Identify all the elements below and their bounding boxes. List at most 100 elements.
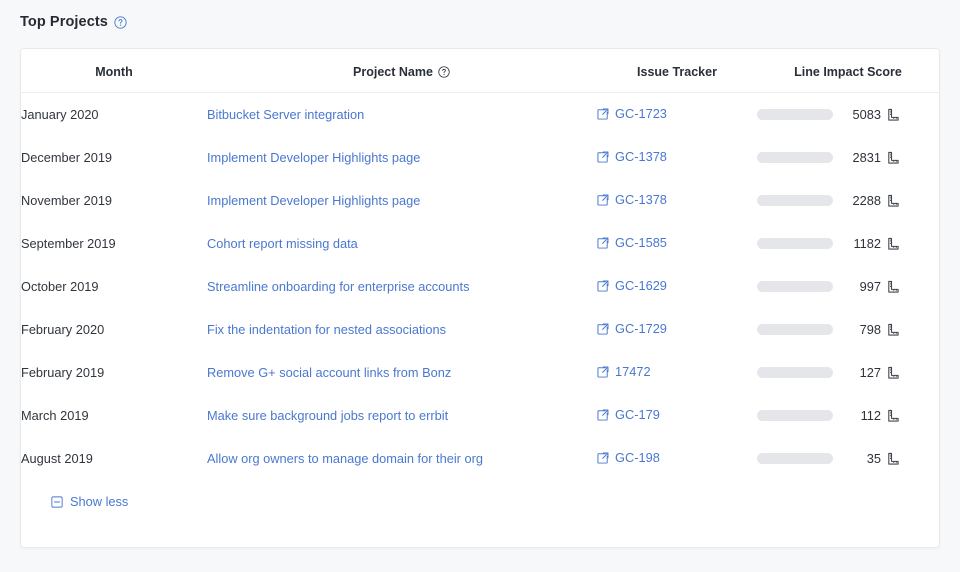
cell-month: March 2019 [21, 394, 207, 437]
page-title: Top Projects [20, 14, 108, 30]
issue-tracker-link[interactable]: GC-179 [597, 407, 660, 422]
top-projects-table: Month Project Name [21, 49, 939, 480]
cell-project-name: Make sure background jobs report to errb… [207, 394, 597, 437]
table-row: February 2019 Remove G+ social account li… [21, 351, 939, 394]
column-header-line-impact-score[interactable]: Line Impact Score [757, 49, 939, 93]
cell-month: September 2019 [21, 222, 207, 265]
issue-tracker-link[interactable]: GC-1629 [597, 278, 667, 293]
project-name-link[interactable]: Cohort report missing data [207, 236, 358, 251]
cell-project-name: Streamline onboarding for enterprise acc… [207, 265, 597, 308]
cell-issue-tracker: GC-179 [597, 394, 757, 437]
cell-line-impact-score: 997 [757, 265, 939, 308]
cell-project-name: Allow org owners to manage domain for th… [207, 437, 597, 480]
issue-tracker-link[interactable]: GC-1378 [597, 149, 667, 164]
cell-line-impact-score: 112 [757, 394, 939, 437]
month-value: October 2019 [21, 279, 99, 294]
table-header: Month Project Name [21, 49, 939, 93]
issue-key-label: GC-1585 [615, 235, 667, 250]
score-bar-track [757, 324, 833, 335]
column-header-project-name[interactable]: Project Name [207, 49, 597, 93]
score-value: 127 [833, 365, 886, 380]
top-projects-card: Month Project Name [20, 48, 940, 548]
project-name-link[interactable]: Bitbucket Server integration [207, 107, 364, 122]
score-value: 2288 [833, 193, 886, 208]
issue-tracker-link[interactable]: GC-1729 [597, 321, 667, 336]
table-body: January 2020 Bitbucket Server integration… [21, 93, 939, 481]
cell-project-name: Bitbucket Server integration [207, 93, 597, 137]
table-row: March 2019 Make sure background jobs repo… [21, 394, 939, 437]
issue-key-label: GC-198 [615, 450, 660, 465]
cell-line-impact-score: 798 [757, 308, 939, 351]
month-value: January 2020 [21, 107, 99, 122]
score-group: 1182 [757, 236, 939, 251]
cell-issue-tracker: GC-1629 [597, 265, 757, 308]
project-name-link[interactable]: Remove G+ social account links from Bonz [207, 365, 451, 380]
project-name-link[interactable]: Implement Developer Highlights page [207, 150, 420, 165]
table-row: October 2019 Streamline onboarding for en… [21, 265, 939, 308]
score-bar-track [757, 109, 833, 120]
ruler-icon [886, 108, 900, 122]
score-bar-track [757, 281, 833, 292]
issue-tracker-link[interactable]: 17472 [597, 364, 651, 379]
score-group: 112 [757, 408, 939, 423]
month-value: November 2019 [21, 193, 112, 208]
section-header: Top Projects [20, 14, 127, 30]
external-link-icon [597, 452, 609, 464]
issue-key-label: GC-1729 [615, 321, 667, 336]
cell-issue-tracker: GC-1723 [597, 93, 757, 137]
cell-issue-tracker: GC-1585 [597, 222, 757, 265]
cell-month: February 2019 [21, 351, 207, 394]
score-value: 798 [833, 322, 886, 337]
cell-project-name: Fix the indentation for nested associati… [207, 308, 597, 351]
score-group: 35 [757, 451, 939, 466]
card-footer: Show less [21, 480, 939, 513]
issue-tracker-link[interactable]: GC-1585 [597, 235, 667, 250]
cell-month: November 2019 [21, 179, 207, 222]
cell-line-impact-score: 2831 [757, 136, 939, 179]
score-group: 2831 [757, 150, 939, 165]
ruler-icon [886, 452, 900, 466]
cell-line-impact-score: 2288 [757, 179, 939, 222]
score-value: 997 [833, 279, 886, 294]
month-value: August 2019 [21, 451, 93, 466]
project-name-link[interactable]: Allow org owners to manage domain for th… [207, 451, 483, 466]
issue-key-label: GC-1629 [615, 278, 667, 293]
cell-issue-tracker: 17472 [597, 351, 757, 394]
show-less-button[interactable]: Show less [51, 494, 128, 509]
question-circle-icon[interactable] [114, 16, 127, 29]
project-name-link[interactable]: Streamline onboarding for enterprise acc… [207, 279, 470, 294]
top-projects-page: Top Projects Month [0, 0, 960, 572]
score-bar-track [757, 152, 833, 163]
issue-key-label: GC-1378 [615, 192, 667, 207]
score-group: 798 [757, 322, 939, 337]
issue-tracker-link[interactable]: GC-1723 [597, 106, 667, 121]
ruler-icon [886, 280, 900, 294]
question-circle-icon[interactable] [438, 66, 451, 79]
issue-key-label: GC-1723 [615, 106, 667, 121]
column-header-month[interactable]: Month [21, 49, 207, 93]
score-group: 127 [757, 365, 939, 380]
table-row: November 2019 Implement Developer Highlig… [21, 179, 939, 222]
column-header-month-label: Month [95, 65, 132, 79]
ruler-icon [886, 366, 900, 380]
cell-month: October 2019 [21, 265, 207, 308]
table-header-row: Month Project Name [21, 49, 939, 93]
project-name-link[interactable]: Make sure background jobs report to errb… [207, 408, 448, 423]
score-bar-track [757, 410, 833, 421]
score-value: 112 [833, 408, 886, 423]
cell-line-impact-score: 127 [757, 351, 939, 394]
month-value: February 2019 [21, 365, 104, 380]
issue-tracker-link[interactable]: GC-198 [597, 450, 660, 465]
external-link-icon [597, 151, 609, 163]
ruler-icon [886, 151, 900, 165]
column-header-issue-tracker[interactable]: Issue Tracker [597, 49, 757, 93]
ruler-icon [886, 194, 900, 208]
issue-tracker-link[interactable]: GC-1378 [597, 192, 667, 207]
project-name-link[interactable]: Implement Developer Highlights page [207, 193, 420, 208]
month-value: February 2020 [21, 322, 104, 337]
score-value: 5083 [833, 107, 886, 122]
column-header-line-impact-score-label: Line Impact Score [794, 65, 902, 79]
project-name-link[interactable]: Fix the indentation for nested associati… [207, 322, 446, 337]
month-value: March 2019 [21, 408, 89, 423]
table-row: December 2019Implement Developer Highlig… [21, 136, 939, 179]
